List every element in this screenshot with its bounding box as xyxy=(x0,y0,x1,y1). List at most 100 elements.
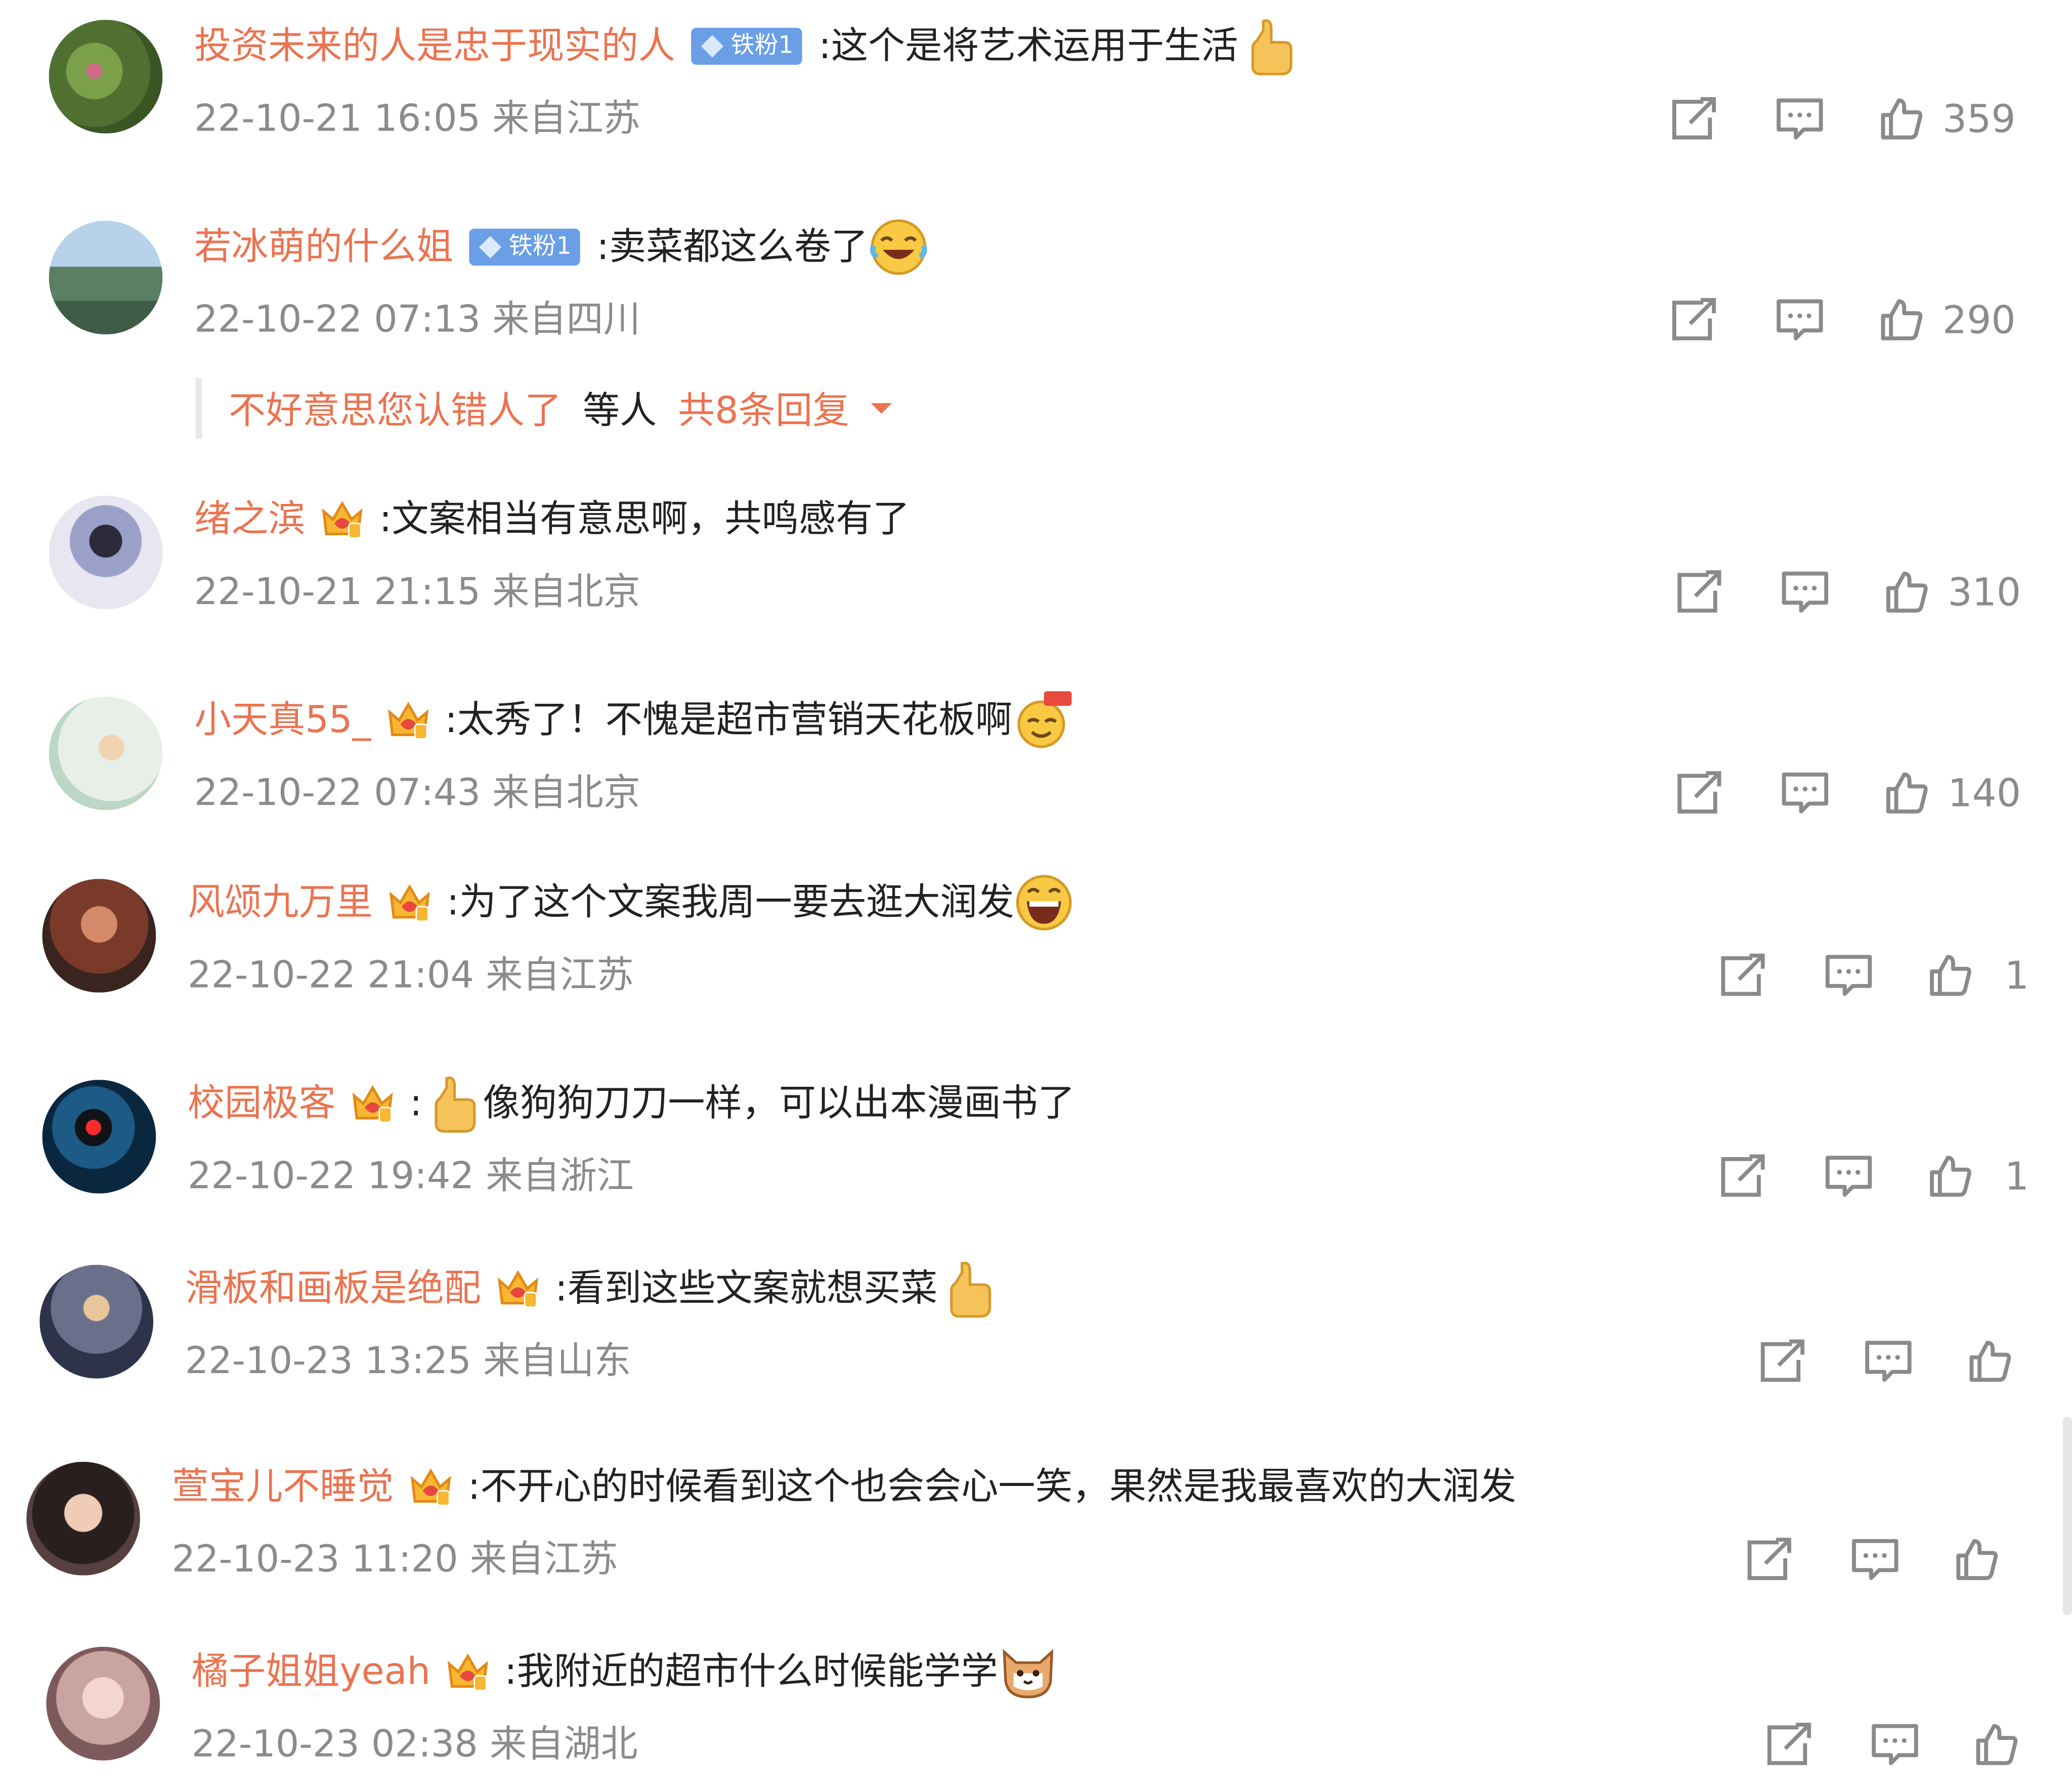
comment-text: :看到这些文案就想买菜 xyxy=(555,1266,938,1310)
like-button[interactable] xyxy=(1955,1528,2018,1591)
comment-item: 萱宝儿不睡觉 :不开心的时候看到这个也会会心一笑，果然是我最喜欢的大润发 22-… xyxy=(0,1443,2072,1602)
thumbs-up-icon xyxy=(1976,1724,2018,1765)
vip-crown-icon[interactable] xyxy=(444,1648,491,1695)
thumbs-up-icon xyxy=(1930,1156,1971,1197)
thumbs-up-icon xyxy=(1886,772,1928,814)
comment-meta: 22-10-22 07:43 来自北京 xyxy=(194,770,640,815)
comment-text: 像狗狗刀刀一样，可以出本漫画书了 xyxy=(483,1081,1075,1125)
like-button[interactable]: 310 xyxy=(1884,561,2021,624)
diamond-icon xyxy=(479,236,502,259)
comment-text: :我附近的超市什么时候能学学 xyxy=(504,1649,998,1693)
fan-badge[interactable]: 铁粉1 xyxy=(691,27,803,65)
diamond-icon xyxy=(701,35,724,58)
comment-item: 绪之滨 :文案相当有意思啊，共鸣感有了 22-10-21 21:15 来自北京 … xyxy=(0,476,2072,634)
comment-meta: 22-10-23 02:38 来自湖北 xyxy=(191,1722,638,1766)
username[interactable]: 风颂九万里 xyxy=(188,876,373,929)
vip-crown-icon[interactable] xyxy=(386,879,434,926)
comment-text: :为了这个文案我周一要去逛大润发 xyxy=(446,880,1014,924)
comment-list: 投资未来的人是忠于现实的人 铁粉1 :这个是将艺术运用于生活 22-10-21 … xyxy=(0,0,2072,1784)
fan-badge[interactable]: 铁粉1 xyxy=(469,228,581,266)
reply-count-link[interactable]: 共8条回复 xyxy=(678,382,849,435)
share-icon[interactable] xyxy=(1716,944,1769,1007)
comment-text: :不开心的时候看到这个也会会心一笑，果然是我最喜欢的大润发 xyxy=(467,1464,1517,1508)
username[interactable]: 校园极客 xyxy=(188,1077,336,1130)
comment-meta: 22-10-22 21:04 来自江苏 xyxy=(187,953,634,997)
comment-icon[interactable] xyxy=(1862,1330,1915,1393)
comment-icon[interactable] xyxy=(1822,944,1875,1007)
like-count: 290 xyxy=(1942,297,2016,343)
avatar[interactable] xyxy=(49,221,163,334)
like-count: 1 xyxy=(2004,953,2029,998)
thumbs-up-emoji-icon xyxy=(1238,16,1299,76)
avatar[interactable] xyxy=(49,20,163,134)
username[interactable]: 萱宝儿不睡觉 xyxy=(172,1461,394,1513)
username[interactable]: 小天真55_ xyxy=(194,694,371,746)
666-face-emoji-icon xyxy=(1012,690,1073,751)
avatar[interactable] xyxy=(39,1264,154,1379)
thumbs-up-icon xyxy=(1881,98,1923,140)
share-icon[interactable] xyxy=(1668,288,1720,351)
caret-down-icon[interactable] xyxy=(868,401,894,416)
vip-crown-icon[interactable] xyxy=(349,1080,397,1127)
scrollbar[interactable] xyxy=(2062,1417,2072,1615)
comment-meta: 22-10-21 16:05 来自江苏 xyxy=(194,96,640,140)
comment-item: 小天真55_ :太秀了！不愧是超市营销天花板啊 22-10-22 07:43 来… xyxy=(0,676,2072,835)
username[interactable]: 投资未来的人是忠于现实的人 xyxy=(194,20,675,72)
comment-text: :文案相当有意思啊，共鸣感有了 xyxy=(379,497,910,541)
share-icon[interactable] xyxy=(1673,561,1725,624)
comment-icon[interactable] xyxy=(1779,761,1831,825)
like-button[interactable]: 1 xyxy=(1928,1144,2029,1208)
comment-item: 滑板和画板是绝配 :看到这些文案就想买菜 22-10-23 13:25 来自山东 xyxy=(0,1245,2072,1403)
share-icon[interactable] xyxy=(1756,1330,1809,1393)
like-button[interactable] xyxy=(1968,1330,2031,1393)
thumbs-up-emoji-icon xyxy=(422,1073,483,1134)
thumbs-up-icon xyxy=(1969,1341,2011,1382)
avatar[interactable] xyxy=(49,495,163,610)
thumbs-up-icon xyxy=(1881,299,1923,341)
vip-crown-icon[interactable] xyxy=(494,1265,542,1312)
comment-icon[interactable] xyxy=(1849,1528,1902,1591)
avatar[interactable] xyxy=(49,696,163,811)
reply-summary[interactable]: 不好意思您认错人了 等人 共8条回复 xyxy=(195,378,895,439)
reply-username[interactable]: 不好意思您认错人了 xyxy=(229,382,562,435)
username[interactable]: 绪之滨 xyxy=(194,493,305,545)
comment-icon[interactable] xyxy=(1774,288,1826,351)
thumbs-up-emoji-icon xyxy=(937,1258,998,1319)
avatar[interactable] xyxy=(26,1462,140,1576)
comment-meta: 22-10-21 21:15 来自北京 xyxy=(194,569,640,614)
big-laugh-emoji-icon xyxy=(1014,872,1075,933)
share-icon[interactable] xyxy=(1743,1528,1796,1591)
share-icon[interactable] xyxy=(1668,87,1720,150)
like-button[interactable]: 359 xyxy=(1879,87,2016,150)
vip-crown-icon[interactable] xyxy=(384,697,431,744)
like-button[interactable]: 290 xyxy=(1879,288,2016,351)
comment-text: :卖菜都这么卷了 xyxy=(596,225,869,269)
comment-item: 若冰萌的什么姐 铁粉1 :卖菜都这么卷了 22-10-22 07:13 来自四川… xyxy=(0,201,2072,359)
share-icon[interactable] xyxy=(1673,761,1725,825)
avatar[interactable] xyxy=(42,1080,156,1194)
comment-icon[interactable] xyxy=(1869,1713,1921,1776)
comment-icon[interactable] xyxy=(1779,561,1831,624)
comment-icon[interactable] xyxy=(1822,1144,1875,1208)
comment-item: 风颂九万里 :为了这个文案我周一要去逛大润发 22-10-22 21:04 来自… xyxy=(0,859,2072,1017)
comment-meta: 22-10-22 07:13 来自四川 xyxy=(194,297,640,341)
comment-meta: 22-10-22 19:42 来自浙江 xyxy=(187,1154,634,1198)
vip-crown-icon[interactable] xyxy=(319,496,366,543)
share-icon[interactable] xyxy=(1716,1144,1769,1208)
avatar[interactable] xyxy=(46,1646,160,1761)
username[interactable]: 橘子姐姐yeah xyxy=(192,1645,430,1698)
like-button[interactable]: 1 xyxy=(1928,944,2029,1007)
username[interactable]: 滑板和画板是绝配 xyxy=(185,1262,481,1315)
username[interactable]: 若冰萌的什么姐 xyxy=(194,221,453,273)
reply-connector: 等人 xyxy=(583,389,657,433)
laughing-tears-emoji-icon xyxy=(868,217,929,277)
comment-icon[interactable] xyxy=(1774,87,1826,150)
like-button[interactable]: 140 xyxy=(1884,761,2021,825)
comment-meta: 22-10-23 11:20 来自江苏 xyxy=(171,1537,618,1581)
avatar[interactable] xyxy=(42,879,156,993)
like-button[interactable] xyxy=(1974,1713,2038,1776)
share-icon[interactable] xyxy=(1763,1713,1816,1776)
comment-item: 投资未来的人是忠于现实的人 铁粉1 :这个是将艺术运用于生活 22-10-21 … xyxy=(0,0,2072,158)
like-count: 1 xyxy=(2004,1154,2029,1199)
vip-crown-icon[interactable] xyxy=(407,1463,455,1511)
